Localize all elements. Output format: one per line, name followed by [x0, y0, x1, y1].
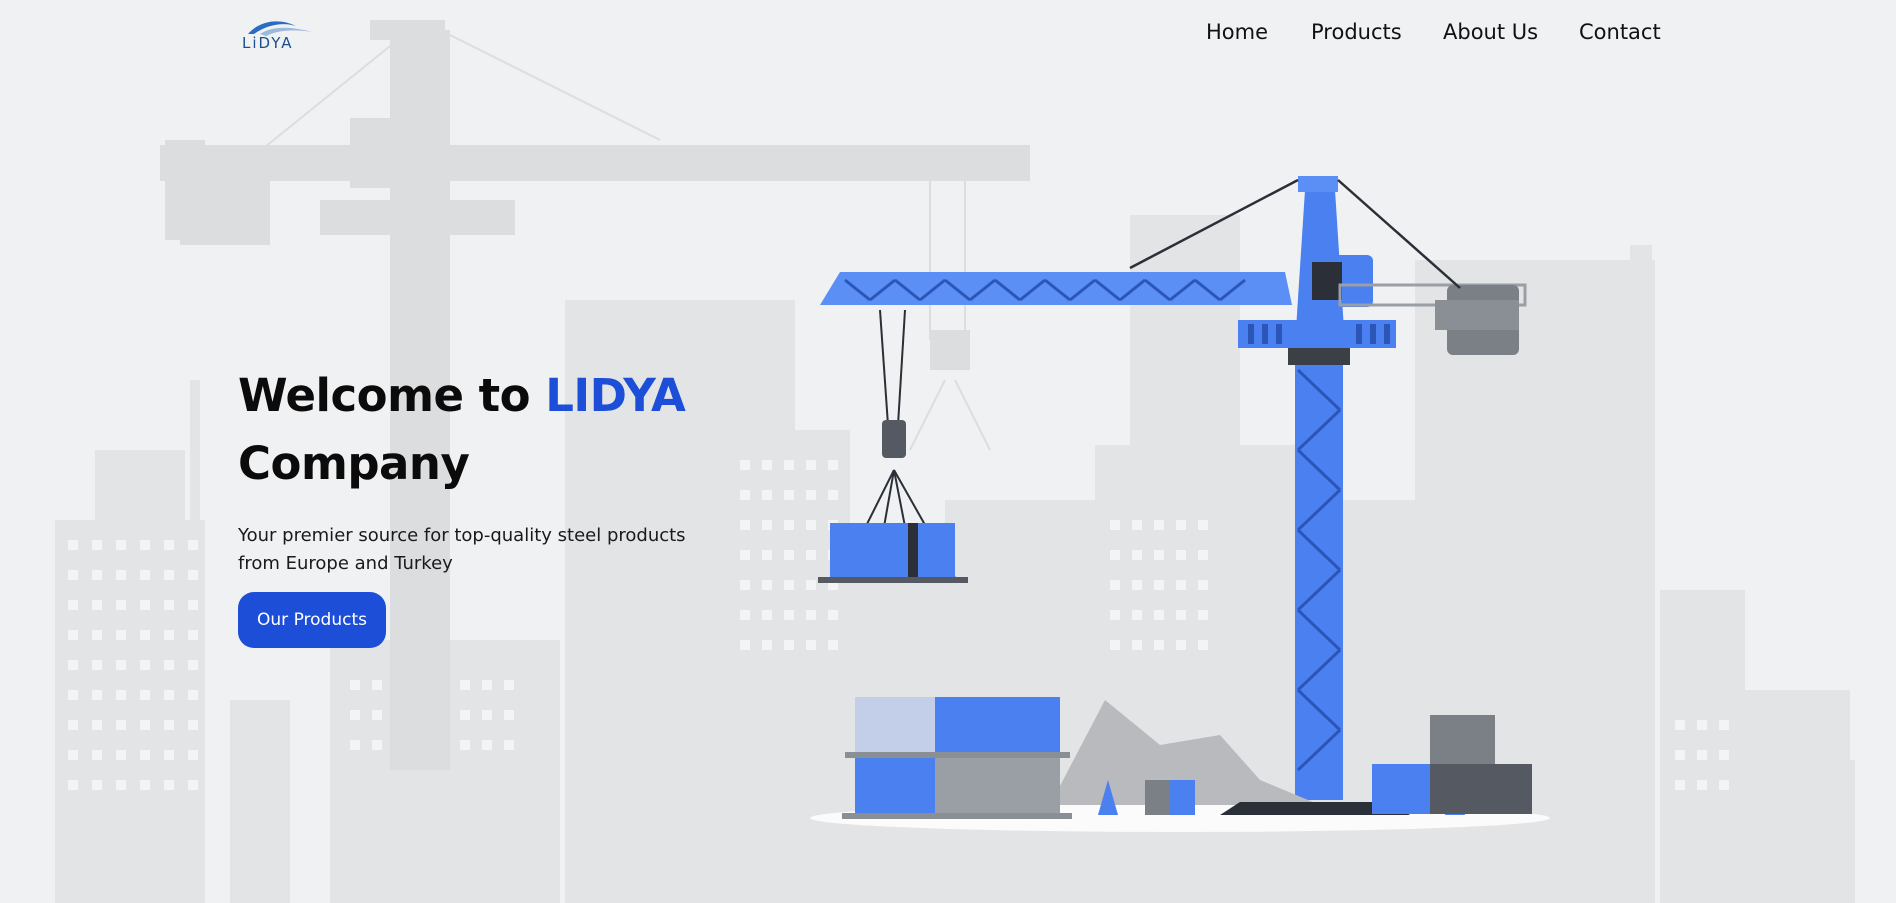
nav-contact-link[interactable]: Contact: [1579, 20, 1661, 44]
our-products-button[interactable]: Our Products: [238, 592, 386, 648]
hero-title-brand: LIDYA: [545, 369, 686, 422]
company-logo[interactable]: LiDYA: [240, 16, 320, 52]
hero-title: Welcome to LIDYA Company: [238, 362, 758, 498]
nav-products-link[interactable]: Products: [1311, 20, 1402, 44]
hero-title-suffix: Company: [238, 437, 470, 490]
nav-about-us-link[interactable]: About Us: [1443, 20, 1538, 44]
site-header: LiDYA Home Products About Us Contact: [0, 0, 1896, 66]
hero-subtitle: Your premier source for top-quality stee…: [238, 525, 686, 574]
hero-title-prefix: Welcome to: [238, 369, 531, 422]
logo-text: LiDYA: [242, 34, 294, 52]
hero-section: Welcome to LIDYA Company Your premier so…: [238, 362, 758, 648]
nav-home-link[interactable]: Home: [1206, 20, 1268, 44]
